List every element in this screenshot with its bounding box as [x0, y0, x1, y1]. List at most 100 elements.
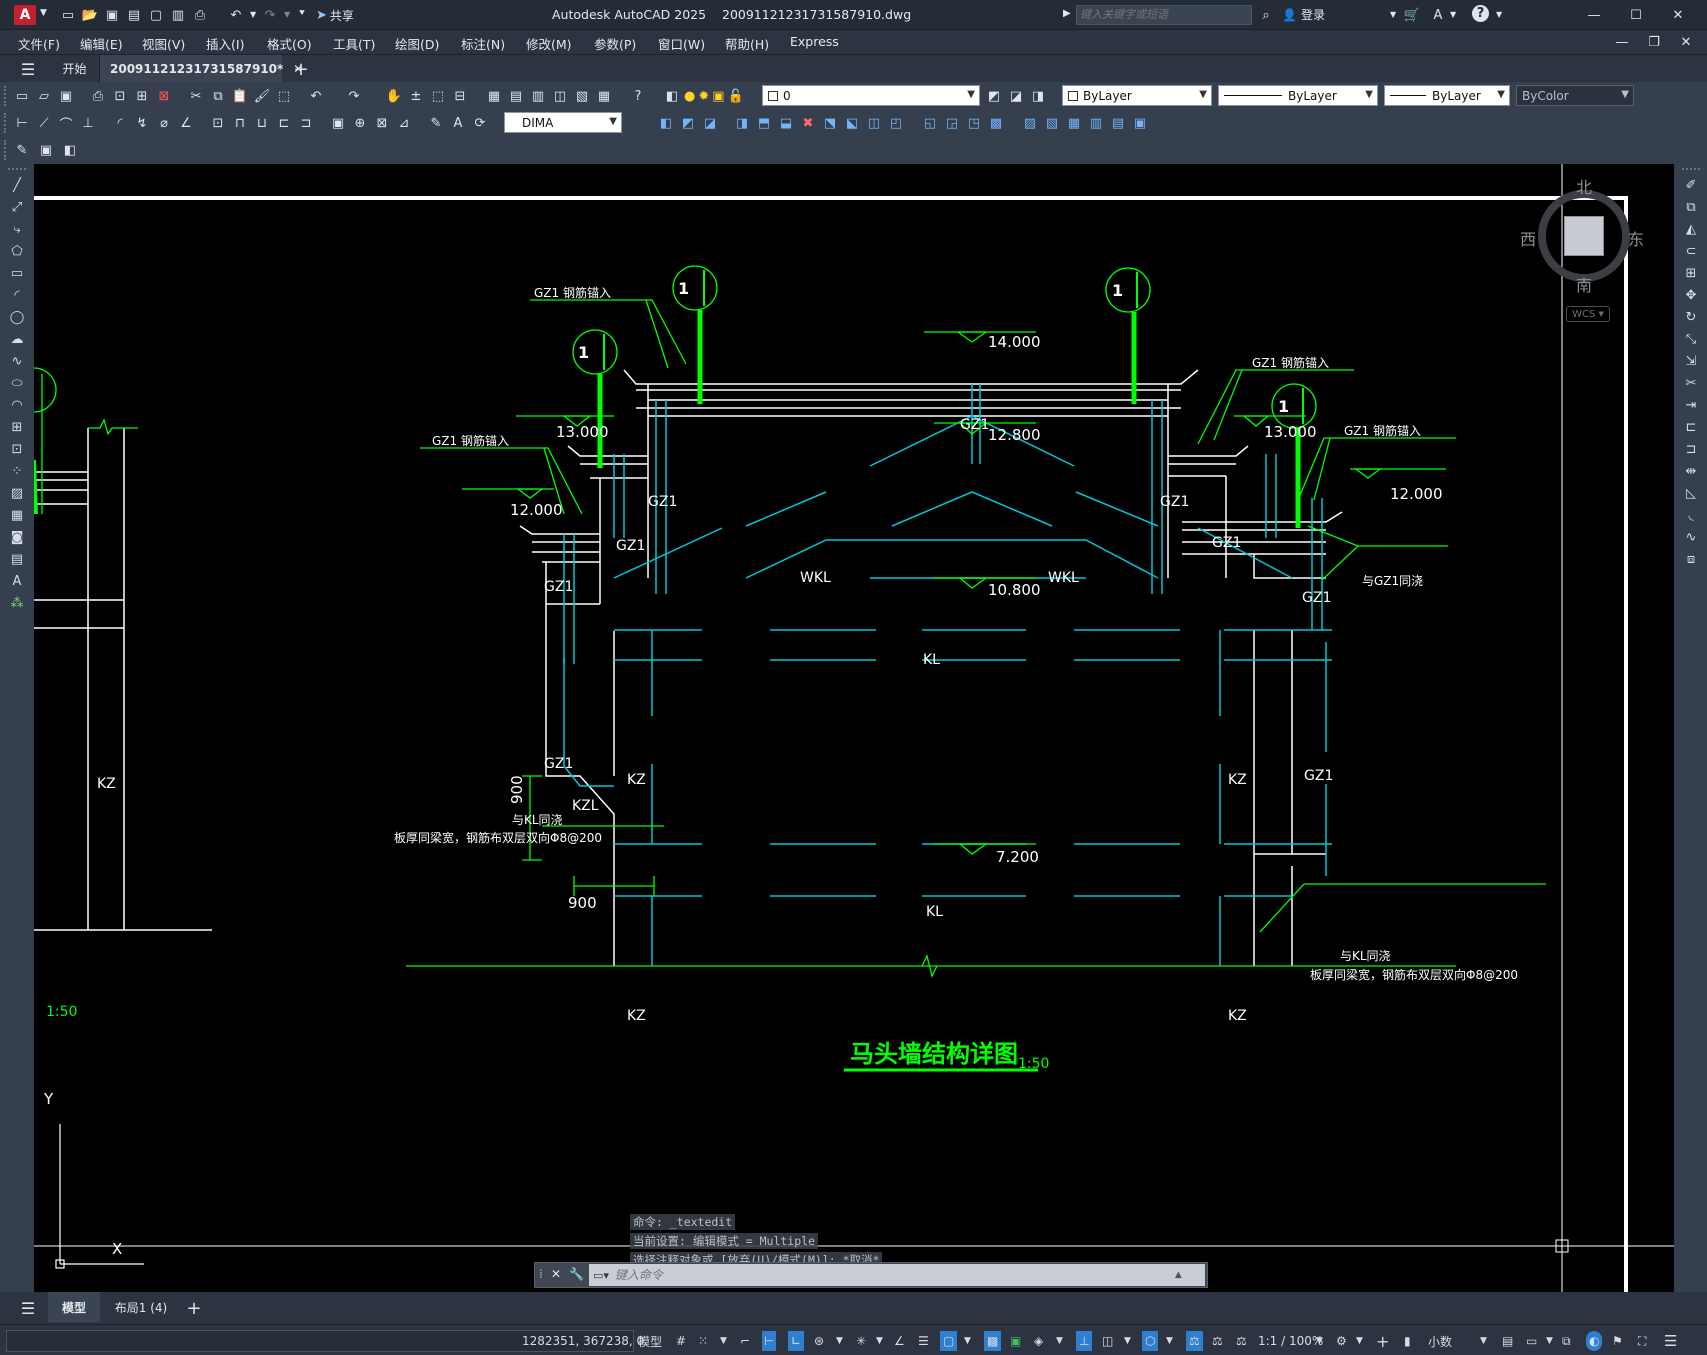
layer-dropdown[interactable]: 0 ▼ — [762, 85, 980, 106]
autocad-logo-button[interactable]: A — [14, 5, 36, 25]
make-current-layer-icon[interactable]: ◩ — [984, 86, 1004, 106]
markup-icon[interactable]: ▧ — [572, 86, 592, 106]
erase-icon[interactable]: ✐ — [1681, 176, 1701, 194]
angular-icon[interactable]: ∠ — [176, 113, 196, 133]
new-file-icon[interactable]: ▭ — [58, 5, 78, 25]
ellipse-arc-icon[interactable]: ◠ — [7, 396, 27, 414]
fillet-icon[interactable]: ◟ — [1681, 506, 1701, 524]
lineweight-icon[interactable]: ☰ — [918, 1331, 929, 1351]
redo-icon[interactable]: ↷ — [260, 5, 280, 25]
viewcube-west[interactable]: 西 — [1520, 226, 1536, 250]
join-icon[interactable]: ⇹ — [1681, 462, 1701, 480]
wcs-dropdown[interactable]: WCS ▼ — [1566, 306, 1610, 322]
tab-active-drawing[interactable]: 20091121231731587910* ✕ — [100, 55, 303, 83]
chevron-down-icon[interactable]: ▼ — [1056, 1331, 1063, 1351]
sheet-set-icon[interactable]: ◫ — [550, 86, 570, 106]
chevron-down-icon[interactable]: ▼ — [836, 1331, 843, 1351]
baseline-icon[interactable]: ⊓ — [230, 113, 250, 133]
save-as-icon[interactable]: ▤ — [124, 5, 144, 25]
revision-cloud-icon[interactable]: ☁ — [7, 330, 27, 348]
polar-icon[interactable]: ⊛ — [814, 1331, 824, 1351]
help-icon[interactable]: ? — [628, 86, 648, 106]
chevron-down-icon[interactable]: ▼ — [720, 1331, 727, 1351]
gizmo-icon[interactable]: ◫ — [1102, 1331, 1113, 1351]
help-dropdown-icon[interactable]: ▼ — [1496, 10, 1502, 19]
layer-state-icons[interactable]: ● ✹ ▣ 🔓 — [684, 89, 744, 104]
tolerance-icon[interactable]: ▣ — [328, 113, 348, 133]
extend-icon[interactable]: ⇥ — [1681, 396, 1701, 414]
shell-icon[interactable]: ▦ — [1064, 113, 1084, 133]
command-input-area[interactable]: ▭▾ ▲ — [589, 1264, 1205, 1286]
stretch-icon[interactable]: ⇲ — [1681, 352, 1701, 370]
trim-icon[interactable]: ✂ — [1681, 374, 1701, 392]
isolate-objects-icon[interactable]: ⧉ — [1562, 1331, 1571, 1351]
wrench-icon[interactable]: 🔧 — [569, 1267, 584, 1281]
auto-scale-icon[interactable]: ⚖ — [1212, 1331, 1223, 1351]
tool-palettes-icon[interactable]: ▥ — [528, 86, 548, 106]
properties-icon[interactable]: ▦ — [484, 86, 504, 106]
line-icon[interactable]: ╱ — [7, 176, 27, 194]
chevron-down-icon[interactable]: ▼ — [40, 8, 47, 18]
check-icon[interactable]: ▣ — [1130, 113, 1150, 133]
doc-minimize-icon[interactable]: — — [1612, 32, 1632, 52]
break-point-icon[interactable]: ⊏ — [1681, 418, 1701, 436]
ordinate-icon[interactable]: ⊥ — [78, 113, 98, 133]
chevron-down-icon[interactable]: ▼ — [1166, 1331, 1173, 1351]
chevron-down-icon[interactable]: ▼ — [1480, 1331, 1487, 1351]
region-icon[interactable]: ◙ — [7, 528, 27, 546]
polyline-icon[interactable]: ⤷ — [7, 220, 27, 238]
viewcube-north[interactable]: 北 — [1576, 174, 1592, 198]
layer-tools-icon[interactable]: ◧ — [60, 140, 80, 160]
lineweight-dropdown[interactable]: ByLayer ▼ — [1384, 85, 1510, 106]
diameter-icon[interactable]: ⌀ — [154, 113, 174, 133]
fullscreen-icon[interactable]: ⛶ — [1638, 1331, 1646, 1351]
mtext-icon[interactable]: A — [7, 572, 27, 590]
customization-icon[interactable]: ☰ — [1664, 1331, 1677, 1351]
rectangle-icon[interactable]: ▭ — [7, 264, 27, 282]
cart-icon[interactable]: 🛒 — [1402, 5, 1422, 25]
pan-icon[interactable]: ✋ — [384, 86, 404, 106]
table-icon[interactable]: ▤ — [7, 550, 27, 568]
polygon-icon[interactable]: ⬠ — [7, 242, 27, 260]
snap-icon[interactable]: ⁙ — [698, 1331, 708, 1351]
presspull-icon[interactable]: ⬒ — [754, 113, 774, 133]
doc-close-icon[interactable]: ✕ — [1676, 32, 1696, 52]
center-mark-icon[interactable]: ⊕ — [350, 113, 370, 133]
union-icon[interactable]: ⬕ — [842, 113, 862, 133]
menu-view[interactable]: 视图(V) — [142, 34, 185, 53]
menu-parameters[interactable]: 参数(P) — [594, 34, 636, 53]
quick-dim-icon[interactable]: ⊡ — [208, 113, 228, 133]
autodesk-dropdown-icon[interactable]: ▼ — [1450, 10, 1456, 19]
inspect-icon[interactable]: ⊠ — [372, 113, 392, 133]
explode-icon[interactable]: ⧈ — [1681, 550, 1701, 568]
login-button[interactable]: 👤 登录 — [1282, 6, 1325, 23]
tab-start[interactable]: 开始 — [50, 55, 100, 82]
redo-dropdown-icon[interactable]: ▼ — [284, 10, 290, 19]
login-dropdown-icon[interactable]: ▼ — [1390, 10, 1396, 19]
annotation-scale-icon[interactable]: ⚖ — [1236, 1331, 1247, 1351]
extrude-icon[interactable]: ◨ — [732, 113, 752, 133]
menu-edit[interactable]: 编辑(E) — [80, 34, 123, 53]
dim-edit-icon[interactable]: ✎ — [426, 113, 446, 133]
search-input[interactable] — [1076, 5, 1252, 25]
aligned-dim-icon[interactable]: ⟋ — [34, 113, 54, 133]
ortho-icon[interactable]: ∟ — [788, 1331, 805, 1351]
array-icon[interactable]: ⊞ — [1681, 264, 1701, 282]
ucs-icon[interactable]: ⊥ — [1076, 1331, 1093, 1351]
hatch-icon[interactable]: ▨ — [7, 484, 27, 502]
units-value[interactable]: 小数 — [1428, 1331, 1452, 1351]
copy-icon[interactable]: ⧉ — [208, 86, 228, 106]
viewcube-top-face[interactable] — [1564, 216, 1604, 256]
jogged-linear-icon[interactable]: ⊿ — [394, 113, 414, 133]
dim-update-icon[interactable]: ⟳ — [470, 113, 490, 133]
zoom-window-icon[interactable]: ⬚ — [428, 86, 448, 106]
maximize-icon[interactable]: ☐ — [1626, 5, 1646, 25]
intersect-icon[interactable]: ◰ — [886, 113, 906, 133]
command-recent-icon[interactable]: ▲ — [1175, 1270, 1182, 1280]
rotate-icon[interactable]: ↻ — [1681, 308, 1701, 326]
arc-length-icon[interactable]: ⌒ — [56, 113, 76, 133]
minimize-icon[interactable]: — — [1584, 5, 1604, 25]
annotation-scale-value[interactable]: 1:1 / 100% — [1258, 1331, 1323, 1351]
paste-icon[interactable]: 📋 — [230, 86, 250, 106]
doc-restore-icon[interactable]: ❐ — [1644, 32, 1664, 52]
